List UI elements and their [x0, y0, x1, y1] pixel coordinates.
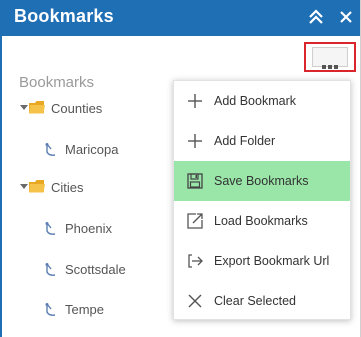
menu-item-label: Add Bookmark	[214, 94, 296, 108]
bookmark-pin-icon	[44, 263, 58, 277]
menu-item-add-bookmark[interactable]: Add Bookmark	[174, 81, 350, 121]
ellipsis-icon	[312, 47, 348, 69]
export-icon	[186, 252, 204, 270]
tree-header: Bookmarks	[19, 74, 95, 91]
bookmark-pin-icon	[44, 222, 58, 236]
tree-folder-label: Counties	[51, 101, 103, 116]
load-edit-icon	[186, 212, 204, 230]
tree-item-label: Scottsdale	[65, 262, 126, 277]
tree-item-label: Phoenix	[65, 221, 112, 236]
panel-title: Bookmarks	[14, 6, 114, 26]
options-menu-button[interactable]	[304, 42, 356, 72]
menu-item-label: Save Bookmarks	[214, 174, 309, 188]
menu-item-label: Add Folder	[214, 134, 276, 148]
close-x-icon	[186, 292, 204, 310]
folder-icon	[29, 101, 45, 114]
caret-down-icon[interactable]	[20, 105, 28, 110]
menu-item-export-url[interactable]: Export Bookmark Url	[174, 241, 350, 281]
plus-icon	[186, 92, 204, 110]
collapse-icon[interactable]	[306, 7, 326, 27]
plus-icon	[186, 132, 204, 150]
folder-icon	[29, 180, 45, 193]
options-dropdown-menu: Add Bookmark Add Folder Save Bookmarks L…	[173, 80, 351, 320]
menu-item-label: Clear Selected	[214, 294, 296, 308]
menu-item-clear-selected[interactable]: Clear Selected	[174, 281, 350, 321]
floppy-disk-icon	[186, 172, 204, 190]
close-icon[interactable]	[336, 7, 356, 27]
menu-item-load-bookmarks[interactable]: Load Bookmarks	[174, 201, 350, 241]
caret-down-icon[interactable]	[20, 184, 28, 189]
title-bar: Bookmarks	[2, 0, 360, 36]
tree-item-label: Tempe	[65, 302, 105, 317]
menu-item-save-bookmarks[interactable]: Save Bookmarks	[174, 161, 350, 201]
menu-item-label: Export Bookmark Url	[214, 254, 330, 268]
tree-folder-label: Cities	[51, 180, 84, 195]
bookmark-pin-icon	[44, 303, 58, 317]
menu-item-add-folder[interactable]: Add Folder	[174, 121, 350, 161]
bookmark-pin-icon	[44, 143, 58, 157]
tree-item-label: Maricopa	[65, 142, 119, 157]
bookmarks-panel: Bookmarks Bookmarks Counties Maricopa Ci…	[0, 0, 361, 337]
menu-item-label: Load Bookmarks	[214, 214, 308, 228]
